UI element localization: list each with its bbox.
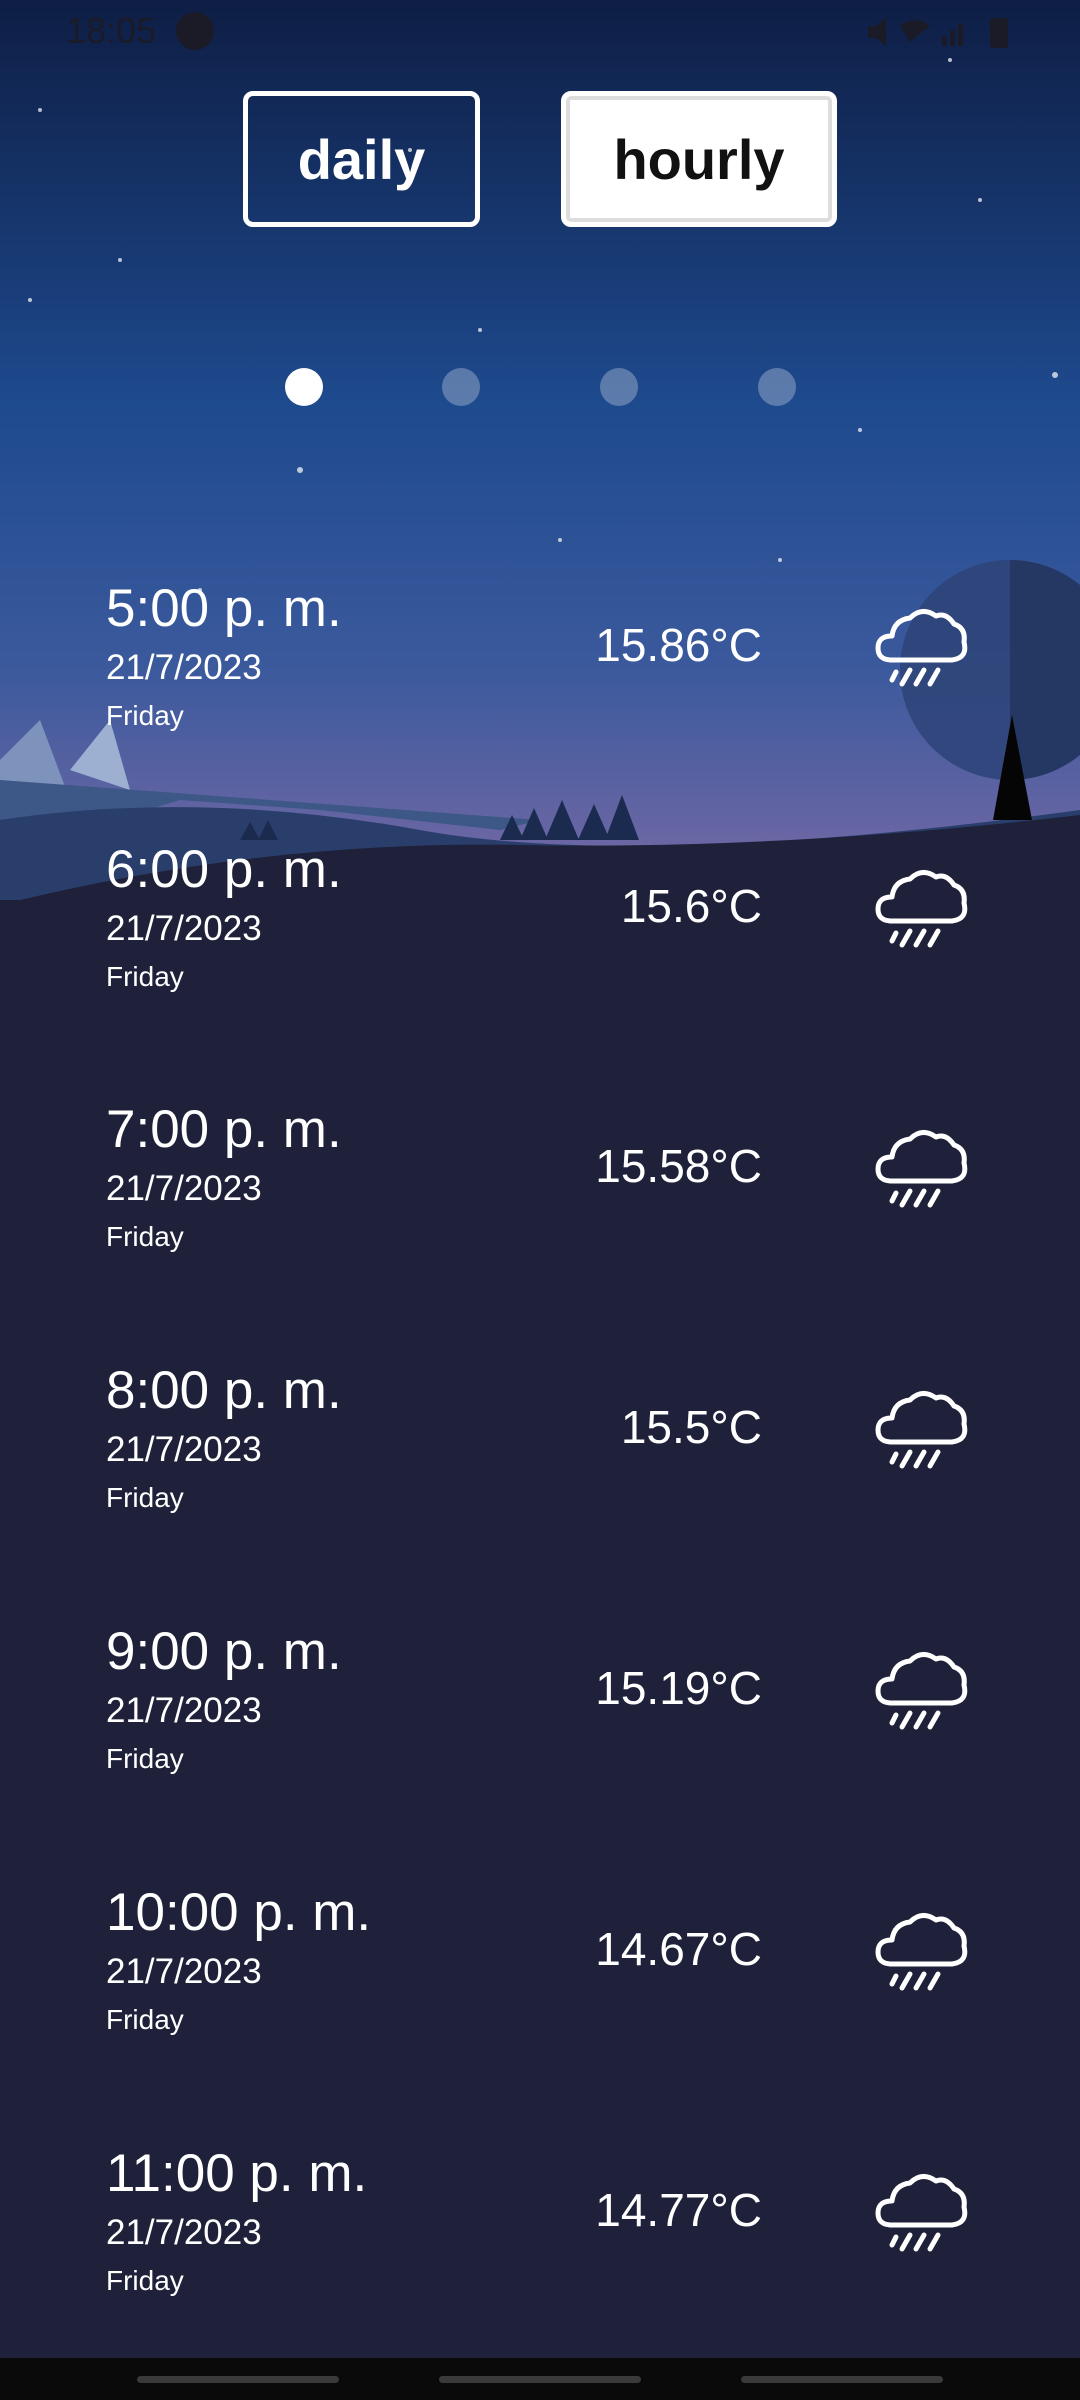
navigation-indicator-icon bbox=[176, 12, 214, 50]
forecast-day: Friday bbox=[106, 2004, 184, 2035]
nav-handle[interactable] bbox=[439, 2376, 641, 2383]
forecast-temperature: 15.58°C bbox=[595, 1140, 762, 1192]
daily-button[interactable]: daily bbox=[243, 91, 480, 227]
hourly-button-label: hourly bbox=[613, 127, 785, 191]
forecast-date: 21/7/2023 bbox=[106, 648, 262, 687]
forecast-row[interactable]: 8:00 p. m. 21/7/2023 Friday 15.5°C bbox=[0, 1360, 1080, 1560]
rain-cloud-icon bbox=[875, 609, 968, 687]
forecast-day: Friday bbox=[106, 1482, 184, 1513]
daily-button-label: daily bbox=[297, 127, 426, 191]
signal-icon bbox=[942, 36, 947, 46]
page-indicator bbox=[0, 368, 1080, 408]
forecast-temperature: 15.19°C bbox=[595, 1662, 762, 1714]
forecast-time: 7:00 p. m. bbox=[106, 1100, 342, 1159]
forecast-temperature: 14.67°C bbox=[595, 1923, 762, 1975]
forecast-day: Friday bbox=[106, 700, 184, 731]
rain-cloud-icon bbox=[875, 2174, 968, 2252]
forecast-temperature: 14.77°C bbox=[595, 2184, 762, 2236]
forecast-row[interactable]: 11:00 p. m. 21/7/2023 Friday 14.77°C bbox=[0, 2143, 1080, 2343]
status-bar: 18:05 bbox=[0, 0, 1080, 64]
nav-handle[interactable] bbox=[741, 2376, 943, 2383]
forecast-date: 21/7/2023 bbox=[106, 1691, 262, 1730]
status-time: 18:05 bbox=[66, 10, 157, 51]
status-icons bbox=[868, 18, 1008, 48]
battery-icon bbox=[990, 18, 1008, 48]
forecast-time: 6:00 p. m. bbox=[106, 840, 342, 899]
forecast-time: 11:00 p. m. bbox=[106, 2144, 368, 2203]
forecast-row[interactable]: 5:00 p. m. 21/7/2023 Friday 15.86°C bbox=[0, 578, 1080, 778]
forecast-temperature: 15.5°C bbox=[620, 1401, 762, 1453]
hourly-button[interactable]: hourly bbox=[561, 91, 837, 227]
forecast-day: Friday bbox=[106, 2265, 184, 2296]
forecast-temperature: 15.86°C bbox=[595, 619, 762, 671]
forecast-date: 21/7/2023 bbox=[106, 1430, 262, 1469]
rain-cloud-icon bbox=[875, 1652, 968, 1730]
forecast-date: 21/7/2023 bbox=[106, 1952, 262, 1991]
system-navigation-bar bbox=[0, 2358, 1080, 2400]
wifi-icon bbox=[900, 20, 930, 42]
forecast-date: 21/7/2023 bbox=[106, 1169, 262, 1208]
forecast-day: Friday bbox=[106, 961, 184, 992]
forecast-time: 8:00 p. m. bbox=[106, 1361, 342, 1420]
mute-icon bbox=[868, 18, 886, 46]
forecast-date: 21/7/2023 bbox=[106, 909, 262, 948]
forecast-date: 21/7/2023 bbox=[106, 2213, 262, 2252]
forecast-row[interactable]: 6:00 p. m. 21/7/2023 Friday 15.6°C bbox=[0, 839, 1080, 1039]
forecast-row[interactable]: 10:00 p. m. 21/7/2023 Friday 14.67°C bbox=[0, 1882, 1080, 2082]
forecast-row[interactable]: 7:00 p. m. 21/7/2023 Friday 15.58°C bbox=[0, 1099, 1080, 1299]
page-dot[interactable] bbox=[600, 368, 638, 406]
forecast-row[interactable]: 9:00 p. m. 21/7/2023 Friday 15.19°C bbox=[0, 1621, 1080, 1821]
forecast-day: Friday bbox=[106, 1743, 184, 1774]
rain-cloud-icon bbox=[875, 870, 968, 948]
forecast-day: Friday bbox=[106, 1221, 184, 1252]
nav-handle[interactable] bbox=[137, 2376, 339, 2383]
forecast-time: 5:00 p. m. bbox=[106, 579, 342, 638]
forecast-time: 10:00 p. m. bbox=[106, 1883, 372, 1942]
rain-cloud-icon bbox=[875, 1391, 968, 1469]
rain-cloud-icon bbox=[875, 1130, 968, 1208]
page-dot[interactable] bbox=[758, 368, 796, 406]
page-dot-active[interactable] bbox=[285, 368, 323, 406]
forecast-time: 9:00 p. m. bbox=[106, 1622, 342, 1681]
forecast-temperature: 15.6°C bbox=[620, 880, 762, 932]
page-dot[interactable] bbox=[442, 368, 480, 406]
rain-cloud-icon bbox=[875, 1913, 968, 1991]
